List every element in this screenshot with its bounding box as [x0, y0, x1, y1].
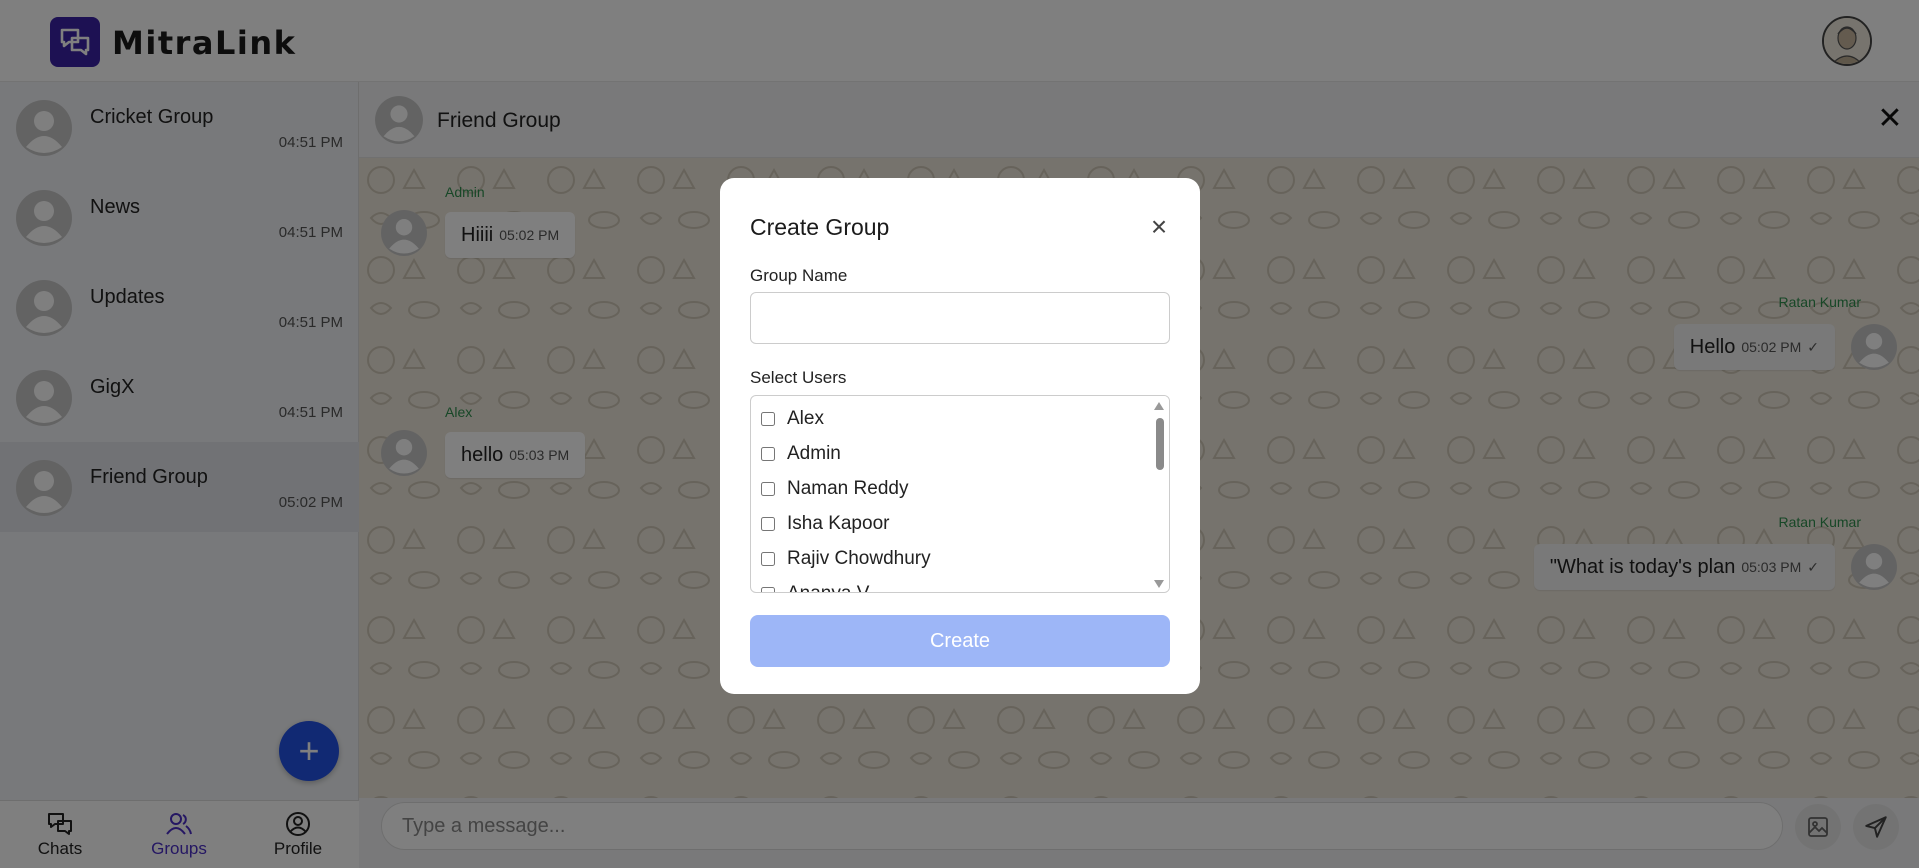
user-name: Rajiv Chowdhury	[787, 548, 931, 569]
user-option-alex[interactable]: Alex	[761, 404, 824, 434]
user-name: Isha Kapoor	[787, 513, 890, 534]
group-name-input[interactable]	[750, 292, 1170, 344]
group-name-label: Group Name	[750, 266, 848, 285]
user-option-naman-reddy[interactable]: Naman Reddy	[761, 474, 908, 504]
select-users-label: Select Users	[750, 368, 847, 387]
create-group-modal: Create Group × Group Name Select Users A…	[720, 178, 1200, 694]
user-option-rajiv-chowdhury[interactable]: Rajiv Chowdhury	[761, 544, 931, 574]
modal-title: Create Group	[750, 214, 890, 240]
create-button[interactable]: Create	[750, 615, 1170, 667]
user-option-admin[interactable]: Admin	[761, 439, 841, 469]
scroll-up-arrow-icon[interactable]	[1154, 402, 1164, 410]
close-icon[interactable]: ×	[1144, 212, 1174, 242]
user-checkbox[interactable]	[761, 587, 775, 592]
user-checkbox[interactable]	[761, 447, 775, 461]
scrollbar-thumb[interactable]	[1156, 418, 1164, 470]
user-option-isha-kapoor[interactable]: Isha Kapoor	[761, 509, 889, 539]
user-option-ananya-v[interactable]: Ananya V	[761, 579, 869, 592]
user-name: Ananya V	[787, 583, 869, 592]
user-checkbox[interactable]	[761, 552, 775, 566]
user-checkbox[interactable]	[761, 517, 775, 531]
user-name: Alex	[787, 408, 824, 429]
users-scrollbar[interactable]	[1151, 396, 1169, 592]
user-name: Admin	[787, 443, 841, 464]
user-checkbox[interactable]	[761, 412, 775, 426]
scroll-down-arrow-icon[interactable]	[1154, 580, 1164, 588]
user-name: Naman Reddy	[787, 478, 909, 499]
users-list: Alex Admin Naman Reddy Isha Kapoor Rajiv…	[750, 395, 1170, 593]
user-checkbox[interactable]	[761, 482, 775, 496]
